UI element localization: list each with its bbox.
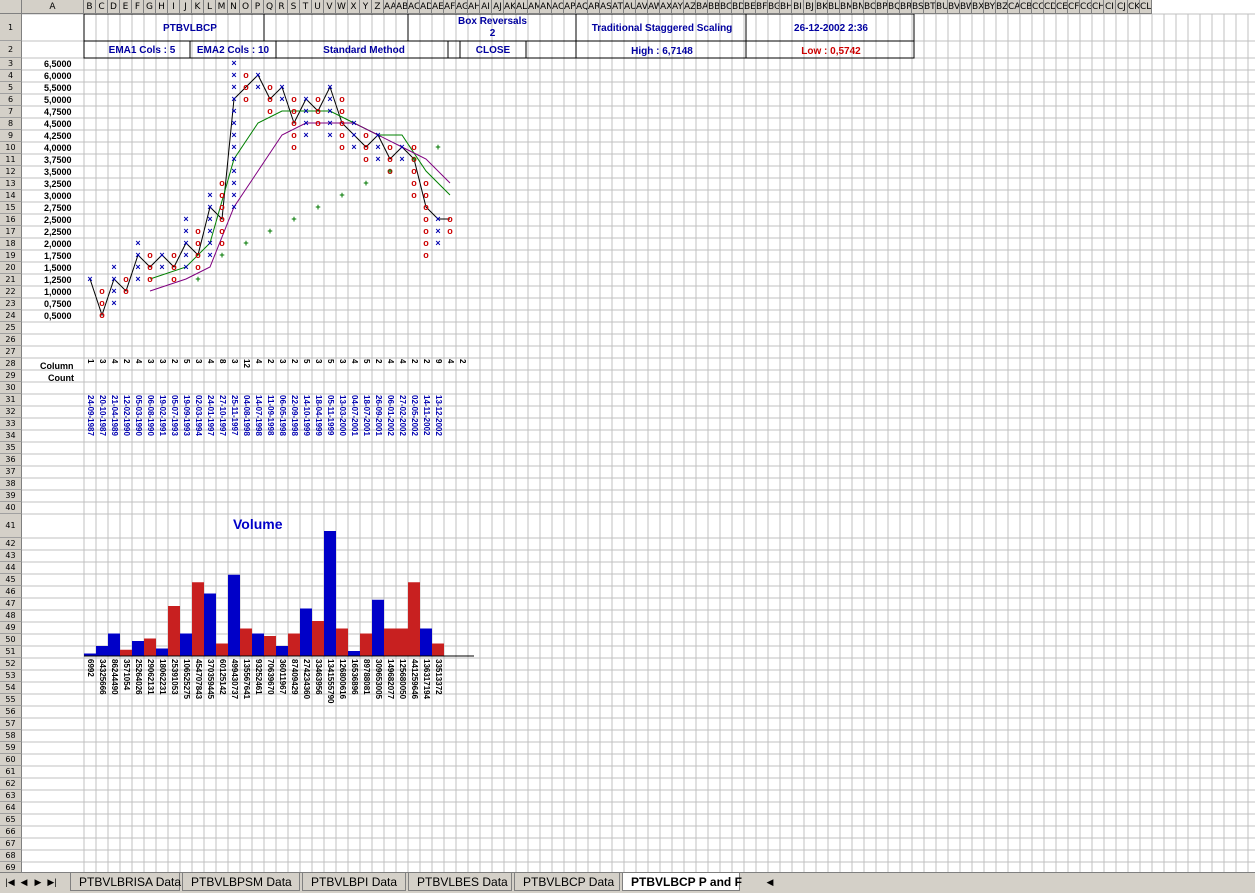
volume-value: 135567641: [242, 659, 251, 700]
volume-value: 125680050: [398, 659, 407, 700]
volume-value: 93252461: [254, 659, 263, 695]
volume-value: 87409429: [290, 659, 299, 695]
volume-value: 18062231: [158, 659, 167, 695]
volume-value: 34325666: [98, 659, 107, 695]
volume-bar: [300, 608, 312, 656]
sheet-tab[interactable]: PTBVLBRISA Data: [70, 873, 181, 891]
sheet-tab[interactable]: PTBVLBCP Data: [514, 873, 620, 891]
sheet-tab[interactable]: PTBVLBES Data: [408, 873, 512, 891]
volume-value: 309653005: [374, 659, 383, 700]
volume-bar: [432, 643, 444, 656]
volume-value: 6992: [86, 659, 95, 677]
volume-value: 106525275: [182, 659, 191, 700]
volume-bar: [324, 531, 336, 656]
volume-value: 136317194: [422, 659, 431, 700]
volume-value: 89788081: [362, 659, 371, 695]
volume-value: 25391053: [170, 659, 179, 695]
volume-bar: [252, 633, 264, 656]
volume-bar: [336, 628, 348, 656]
sheet-tab[interactable]: PTBVLBCP P and F: [622, 873, 742, 891]
volume-value: 126800616: [338, 659, 347, 700]
prev-sheet-icon[interactable]: ◀: [18, 875, 30, 889]
volume-value: 70639670: [266, 659, 275, 695]
volume-bar: [264, 636, 276, 656]
volume-value: 1341555790: [326, 659, 335, 704]
volume-bar: [288, 633, 300, 656]
volume-value: 441259646: [410, 659, 419, 700]
sheet-tab[interactable]: PTBVLBPSM Data: [182, 873, 300, 891]
sheet-tab[interactable]: PTBVLBPI Data: [302, 873, 406, 891]
next-sheet-icon[interactable]: ▶: [32, 875, 44, 889]
volume-value: 29062131: [146, 659, 155, 695]
volume-value: 33513372: [434, 659, 443, 695]
tab-scroll-icon[interactable]: ◀: [764, 875, 776, 889]
volume-bar: [144, 638, 156, 656]
volume-bar: [192, 582, 204, 656]
volume-bar: [216, 643, 228, 656]
volume-bar: [420, 628, 432, 656]
volume-value: 499430737: [230, 659, 239, 700]
volume-bar: [276, 646, 288, 656]
volume-value: 454707843: [194, 659, 203, 700]
volume-bar: [132, 641, 144, 656]
volume-value: 3571054: [122, 659, 131, 691]
volume-bar: [312, 621, 324, 656]
spreadsheet[interactable]: A B C D E F G H I J K L M N O P Q R S T U V W X Y Z AA AB AC AD AE AF AG…: [0, 0, 1255, 872]
volume-bar: [384, 628, 396, 656]
volume-value: 149682077: [386, 659, 395, 700]
volume-value: 25264026: [134, 659, 143, 695]
volume-value: 33463956: [314, 659, 323, 695]
volume-bar: [180, 633, 192, 656]
volume-value: 60125142: [218, 659, 227, 695]
volume-bar: [228, 574, 240, 656]
volume-bar: [204, 593, 216, 656]
volume-value: 16536896: [350, 659, 359, 695]
volume-bar: [396, 628, 408, 656]
volume-chart: [84, 531, 474, 657]
volume-value: 86244490: [110, 659, 119, 695]
last-sheet-icon[interactable]: ▶|: [46, 875, 58, 889]
volume-value: 274234360: [302, 659, 311, 700]
volume-bar: [108, 633, 120, 656]
volume-bar: [156, 648, 168, 656]
volume-value: 370359445: [206, 659, 215, 700]
volume-bar: [348, 651, 360, 656]
volume-bar: [240, 628, 252, 656]
volume-value: 36011967: [278, 659, 287, 695]
first-sheet-icon[interactable]: |◀: [4, 875, 16, 889]
volume-bar: [168, 606, 180, 656]
volume-bar: [360, 633, 372, 656]
volume-bar: [408, 582, 420, 656]
sheet-tab-bar: |◀ ◀ ▶ ▶| PTBVLBRISA Data PTBVLBPSM Data P…: [0, 872, 1255, 893]
volume-bar: [96, 646, 108, 656]
volume-bar: [372, 599, 384, 656]
volume-bar: [120, 649, 132, 656]
